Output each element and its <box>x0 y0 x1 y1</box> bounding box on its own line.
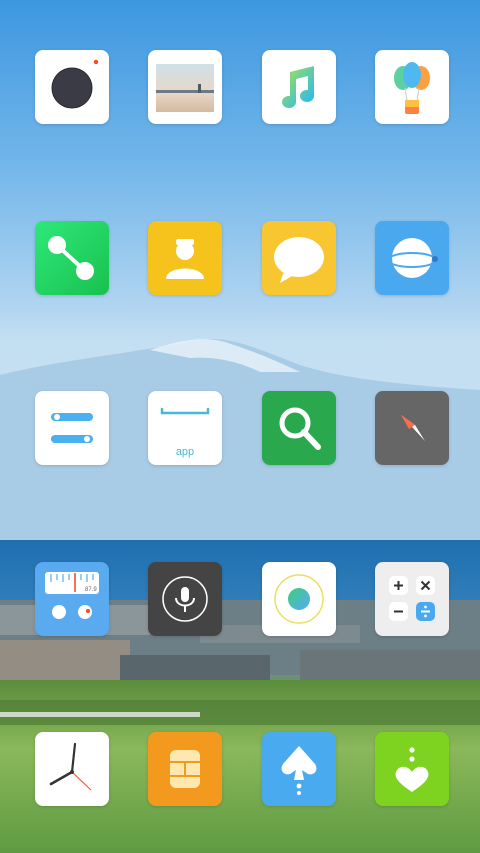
assistant-app-icon[interactable] <box>262 562 336 636</box>
sim-toolkit-app-icon[interactable] <box>148 732 222 806</box>
app-store-icon[interactable]: app <box>148 391 222 465</box>
clock-app-icon[interactable] <box>35 732 109 806</box>
contacts-app-icon[interactable] <box>148 221 222 295</box>
cloud-app-icon[interactable] <box>262 732 336 806</box>
browser-app-icon[interactable] <box>375 221 449 295</box>
messages-app-icon[interactable] <box>262 221 336 295</box>
voice-recorder-app-icon[interactable] <box>148 562 222 636</box>
camera-app-icon[interactable] <box>35 50 109 124</box>
search-app-icon[interactable] <box>262 391 336 465</box>
compass-app-icon[interactable] <box>375 391 449 465</box>
calculator-app-icon[interactable] <box>375 562 449 636</box>
phone-app-icon[interactable] <box>35 221 109 295</box>
radio-app-icon[interactable]: 87.9 <box>35 562 109 636</box>
balloon-app-icon[interactable] <box>375 50 449 124</box>
settings-app-icon[interactable] <box>35 391 109 465</box>
health-app-icon[interactable] <box>375 732 449 806</box>
app-store-label: app <box>176 446 194 458</box>
music-app-icon[interactable] <box>262 50 336 124</box>
gallery-app-icon[interactable] <box>148 50 222 124</box>
radio-frequency-label: 87.9 <box>85 587 97 593</box>
